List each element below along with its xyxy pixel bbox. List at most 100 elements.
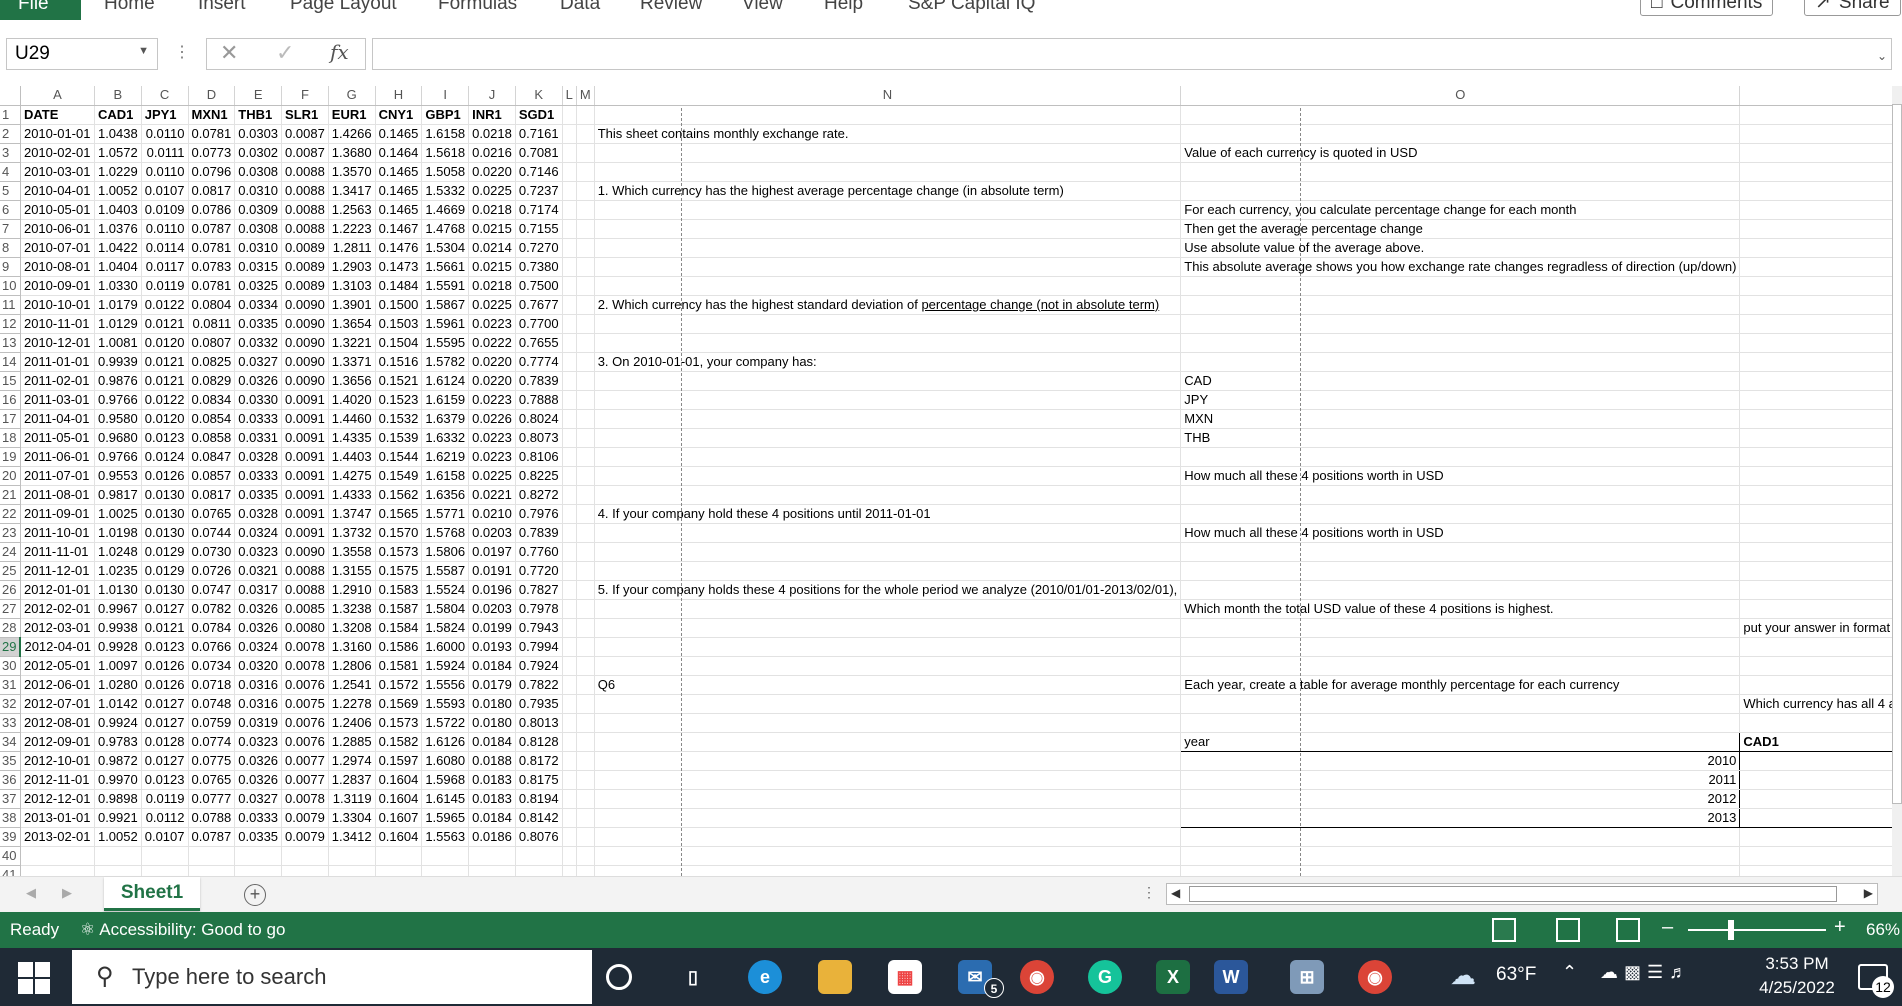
cell[interactable]: 0.0180 (468, 713, 516, 733)
cell[interactable]: 0.1544 (375, 447, 423, 467)
cell[interactable]: put your answer in format yyyymm (201101… (1739, 618, 1892, 638)
cell[interactable]: 0.0127 (141, 694, 189, 714)
row-header[interactable]: 31 (0, 675, 21, 695)
cell[interactable] (562, 314, 577, 334)
cell[interactable] (1180, 333, 1741, 353)
cell[interactable]: 1.3238 (328, 599, 376, 619)
column-header[interactable]: B (94, 86, 142, 106)
cell[interactable] (576, 808, 595, 828)
cell[interactable]: 0.0088 (281, 580, 329, 600)
cell[interactable] (594, 827, 1182, 847)
cell[interactable] (576, 257, 595, 277)
cell[interactable]: 0.7888 (515, 390, 563, 410)
cell[interactable]: 0.0775 (188, 751, 236, 771)
cell[interactable] (328, 865, 376, 876)
cell[interactable]: 0.0226 (468, 409, 516, 429)
cell[interactable]: 0.0308 (234, 219, 283, 239)
cell[interactable]: 0.0078 (281, 789, 329, 809)
enter-icon[interactable]: ✓ (276, 40, 294, 66)
cell[interactable]: 2013-02-01 (20, 827, 95, 847)
cell[interactable]: 0.9680 (94, 428, 142, 448)
cell[interactable]: 0.1604 (375, 827, 423, 847)
cell[interactable]: 0.0734 (188, 656, 236, 676)
cell[interactable] (1739, 580, 1892, 600)
chrome-profile-icon[interactable]: ◉ (1358, 960, 1392, 994)
cell[interactable]: 0.1572 (375, 675, 423, 695)
cell[interactable]: 1.5965 (421, 808, 470, 828)
file-explorer-icon[interactable] (818, 960, 852, 994)
cell[interactable]: 0.0124 (141, 447, 189, 467)
cell[interactable]: 1.6145 (421, 789, 470, 809)
cell[interactable]: 1.2974 (328, 751, 376, 771)
row-header[interactable]: 26 (0, 580, 21, 600)
cell[interactable]: 1.5661 (421, 257, 470, 277)
cell[interactable]: 0.0090 (281, 333, 329, 353)
cell[interactable]: 0.0109 (141, 200, 189, 220)
cell[interactable]: 0.0787 (188, 219, 236, 239)
cell[interactable]: 0.0090 (281, 295, 329, 315)
cell[interactable]: 0.0333 (234, 409, 283, 429)
weather-temperature[interactable]: 63°F (1496, 964, 1536, 986)
cell[interactable]: 0.0079 (281, 827, 329, 847)
cell[interactable]: 0.0765 (188, 504, 236, 524)
cell[interactable]: 0.1573 (375, 713, 423, 733)
insert-function-button[interactable]: fx (330, 40, 349, 64)
cell[interactable]: 1.0179 (94, 295, 142, 315)
row-header[interactable]: 9 (0, 257, 21, 277)
cell[interactable]: 1.3304 (328, 808, 376, 828)
cell[interactable]: 0.0773 (188, 143, 236, 163)
cell[interactable]: 0.0122 (141, 295, 189, 315)
cell[interactable]: 1.4403 (328, 447, 376, 467)
cell[interactable]: 0.7720 (515, 561, 563, 581)
cell[interactable]: 0.1539 (375, 428, 423, 448)
cell[interactable]: 0.0328 (234, 447, 283, 467)
cell[interactable]: 2010 (1180, 751, 1741, 771)
cell[interactable]: 0.0854 (188, 409, 236, 429)
row-header[interactable]: 15 (0, 371, 21, 391)
cell[interactable] (1739, 542, 1892, 562)
cell[interactable]: 1.0129 (94, 314, 142, 334)
cell[interactable]: 0.0110 (141, 219, 189, 239)
cell[interactable]: 0.0804 (188, 295, 236, 315)
select-all-corner[interactable] (0, 86, 21, 106)
cell[interactable] (562, 143, 577, 163)
edge-icon[interactable]: e (748, 960, 782, 994)
cell[interactable]: 0.1575 (375, 561, 423, 581)
cell[interactable]: 0.1604 (375, 789, 423, 809)
cell[interactable] (562, 865, 577, 876)
cell[interactable]: 1.3119 (328, 789, 376, 809)
cell[interactable]: 0.0214 (468, 238, 516, 258)
tab-data[interactable]: Data (560, 0, 600, 15)
row-header[interactable]: 38 (0, 808, 21, 828)
cell[interactable] (1180, 162, 1741, 182)
cell[interactable]: 0.0225 (468, 466, 516, 486)
cell[interactable] (1739, 295, 1892, 315)
cell[interactable]: 0.0111 (141, 143, 189, 163)
cell[interactable] (576, 276, 595, 296)
row-header[interactable]: 12 (0, 314, 21, 334)
row-header[interactable]: 28 (0, 618, 21, 638)
cell[interactable]: 0.0796 (188, 162, 236, 182)
cell[interactable]: 2011-02-01 (20, 371, 95, 391)
cell[interactable]: 0.9876 (94, 371, 142, 391)
cell[interactable]: 0.0324 (234, 523, 283, 543)
cell[interactable]: CAD1 (94, 105, 142, 125)
row-header[interactable]: 19 (0, 447, 21, 467)
cell[interactable] (562, 162, 577, 182)
cell[interactable]: 0.0122 (141, 390, 189, 410)
cell[interactable]: 2012-11-01 (20, 770, 95, 790)
cell[interactable] (576, 865, 595, 876)
cell[interactable]: 0.0079 (281, 808, 329, 828)
cell[interactable]: 1.5563 (421, 827, 470, 847)
cell[interactable]: 0.7237 (515, 181, 563, 201)
cell[interactable]: 1.4335 (328, 428, 376, 448)
cell[interactable]: 0.1581 (375, 656, 423, 676)
cell[interactable] (1180, 618, 1741, 638)
cell[interactable]: 0.7935 (515, 694, 563, 714)
cell[interactable] (188, 846, 236, 866)
cell[interactable]: 0.0323 (234, 732, 283, 752)
column-header[interactable]: L (562, 86, 577, 106)
cell[interactable] (594, 485, 1182, 505)
cell[interactable]: 0.0203 (468, 523, 516, 543)
weather-icon[interactable]: ☁ (1450, 960, 1476, 991)
